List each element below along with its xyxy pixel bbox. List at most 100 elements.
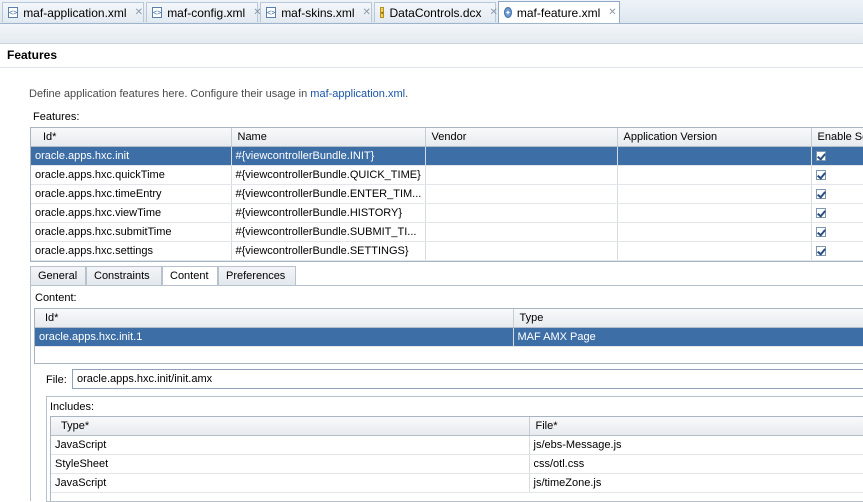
editor-tab-maf-skins[interactable]: <> maf-skins.xml ✕ bbox=[260, 2, 372, 22]
feature-name: #{viewcontrollerBundle.QUICK_TIME} bbox=[231, 165, 426, 185]
enable-security-checkbox[interactable] bbox=[815, 189, 826, 200]
table-row[interactable]: oracle.apps.hxc.quickTime #{viewcontroll… bbox=[31, 165, 863, 185]
page-description: Define application features here. Config… bbox=[29, 88, 408, 100]
feature-id: oracle.apps.hxc.submitTime bbox=[31, 222, 232, 242]
feature-id: oracle.apps.hxc.viewTime bbox=[31, 203, 232, 223]
xml-file-icon: <> bbox=[266, 7, 277, 18]
feature-id: oracle.apps.hxc.init bbox=[31, 146, 232, 166]
description-text: Define application features here. Config… bbox=[29, 88, 311, 100]
editor-tab-maf-feature[interactable]: ✦ maf-feature.xml ✕ bbox=[498, 1, 620, 23]
close-icon[interactable]: ✕ bbox=[135, 7, 143, 18]
enable-security-checkbox[interactable] bbox=[815, 227, 826, 238]
close-icon[interactable]: ✕ bbox=[363, 7, 371, 18]
editor-tab-maf-config[interactable]: <> maf-config.xml ✕ bbox=[146, 2, 262, 22]
maf-application-link[interactable]: maf-application.xml bbox=[310, 88, 405, 100]
feature-vendor bbox=[425, 165, 618, 185]
divider bbox=[0, 67, 863, 68]
features-label: Features: bbox=[33, 111, 80, 123]
table-row[interactable]: JavaScript js/ebs-Message.js bbox=[51, 435, 863, 455]
feature-vendor bbox=[425, 146, 618, 166]
enable-security-checkbox[interactable] bbox=[815, 208, 826, 219]
description-text: . bbox=[405, 88, 409, 100]
feature-id: oracle.apps.hxc.timeEntry bbox=[31, 184, 232, 204]
column-header-name[interactable]: Name bbox=[231, 128, 426, 147]
feature-name: #{viewcontrollerBundle.SUBMIT_TI... bbox=[231, 222, 426, 242]
table-row[interactable]: oracle.apps.hxc.viewTime #{viewcontrolle… bbox=[31, 203, 863, 223]
include-file: css/otl.css bbox=[529, 454, 863, 474]
enable-security-checkbox[interactable] bbox=[815, 246, 826, 257]
includes-table: Type* File* JavaScript js/ebs-Message.js… bbox=[50, 416, 863, 501]
feature-vendor bbox=[425, 222, 618, 242]
xml-file-icon: <> bbox=[152, 7, 163, 18]
editor-tab-maf-application[interactable]: <> maf-application.xml ✕ bbox=[2, 2, 144, 22]
editor-tab-datacontrols[interactable]: ▪ DataControls.dcx ✕ bbox=[374, 2, 498, 22]
include-file: js/ebs-Message.js bbox=[529, 435, 863, 455]
editor-tab-label: maf-feature.xml bbox=[516, 5, 601, 20]
content-table: Id* Type oracle.apps.hxc.init.1 MAF AMX … bbox=[34, 308, 863, 364]
include-file: js/timeZone.js bbox=[529, 473, 863, 493]
feature-version bbox=[617, 241, 812, 261]
content-id: oracle.apps.hxc.init.1 bbox=[35, 327, 514, 347]
features-table: Id* Name Vendor Application Version Enab… bbox=[30, 127, 863, 262]
includes-label: Includes: bbox=[50, 401, 95, 413]
table-row[interactable]: oracle.apps.hxc.init.1 MAF AMX Page bbox=[35, 327, 863, 347]
feature-vendor bbox=[425, 241, 618, 261]
feature-name: #{viewcontrollerBundle.ENTER_TIM... bbox=[231, 184, 426, 204]
content-label: Content: bbox=[35, 292, 77, 304]
feature-id: oracle.apps.hxc.quickTime bbox=[31, 165, 232, 185]
column-header-file[interactable]: File* bbox=[529, 417, 863, 436]
tab-constraints[interactable]: Constraints bbox=[86, 266, 162, 285]
xml-file-icon: <> bbox=[8, 7, 19, 18]
close-icon[interactable]: ✕ bbox=[608, 7, 616, 18]
enable-security-cell bbox=[811, 184, 863, 204]
feature-name: #{viewcontrollerBundle.SETTINGS} bbox=[231, 241, 426, 261]
feature-version bbox=[617, 165, 812, 185]
tab-general[interactable]: General bbox=[30, 266, 86, 285]
table-row[interactable]: oracle.apps.hxc.submitTime #{viewcontrol… bbox=[31, 222, 863, 242]
editor-toolbar bbox=[0, 24, 863, 44]
column-header-vendor[interactable]: Vendor bbox=[425, 128, 618, 147]
table-row[interactable]: StyleSheet css/otl.css bbox=[51, 454, 863, 474]
enable-security-checkbox[interactable] bbox=[815, 170, 826, 181]
enable-security-cell bbox=[811, 165, 863, 185]
column-header-id[interactable]: Id* bbox=[35, 309, 514, 328]
editor-tab-label: maf-skins.xml bbox=[281, 5, 355, 20]
file-input[interactable]: oracle.apps.hxc.init/init.amx bbox=[72, 369, 863, 389]
feature-vendor bbox=[425, 184, 618, 204]
feature-name: #{viewcontrollerBundle.INIT} bbox=[231, 146, 426, 166]
include-type: StyleSheet bbox=[51, 454, 530, 474]
enable-security-cell bbox=[811, 222, 863, 242]
editor-tab-strip: <> maf-application.xml ✕ <> maf-config.x… bbox=[0, 0, 863, 24]
feature-file-icon: ✦ bbox=[504, 7, 512, 18]
include-type: JavaScript bbox=[51, 435, 530, 455]
feature-version bbox=[617, 222, 812, 242]
enable-security-cell bbox=[811, 146, 863, 166]
close-icon[interactable]: ✕ bbox=[490, 7, 498, 18]
page-title: Features bbox=[7, 48, 58, 62]
tab-preferences[interactable]: Preferences bbox=[218, 266, 296, 285]
column-header-id[interactable]: Id* bbox=[31, 128, 232, 147]
table-row[interactable]: JavaScript js/timeZone.js bbox=[51, 473, 863, 493]
editor-tab-label: maf-config.xml bbox=[167, 5, 246, 20]
column-header-enable-security[interactable]: Enable Se bbox=[811, 128, 863, 147]
feature-id: oracle.apps.hxc.settings bbox=[31, 241, 232, 261]
column-header-type[interactable]: Type* bbox=[51, 417, 530, 436]
feature-name: #{viewcontrollerBundle.HISTORY} bbox=[231, 203, 426, 223]
file-label: File: bbox=[46, 374, 67, 386]
column-header-type[interactable]: Type bbox=[513, 309, 863, 328]
feature-version bbox=[617, 146, 812, 166]
column-header-application-version[interactable]: Application Version bbox=[617, 128, 812, 147]
dcx-file-icon: ▪ bbox=[380, 7, 385, 18]
table-row[interactable]: oracle.apps.hxc.timeEntry #{viewcontroll… bbox=[31, 184, 863, 204]
enable-security-cell bbox=[811, 203, 863, 223]
feature-version bbox=[617, 203, 812, 223]
feature-version bbox=[617, 184, 812, 204]
table-row[interactable]: oracle.apps.hxc.init #{viewcontrollerBun… bbox=[31, 146, 863, 166]
editor-tab-label: DataControls.dcx bbox=[389, 5, 482, 20]
enable-security-cell bbox=[811, 241, 863, 261]
tab-content[interactable]: Content bbox=[162, 266, 218, 286]
table-row[interactable]: oracle.apps.hxc.settings #{viewcontrolle… bbox=[31, 241, 863, 261]
enable-security-checkbox[interactable] bbox=[815, 151, 826, 162]
feature-vendor bbox=[425, 203, 618, 223]
include-type: JavaScript bbox=[51, 473, 530, 493]
